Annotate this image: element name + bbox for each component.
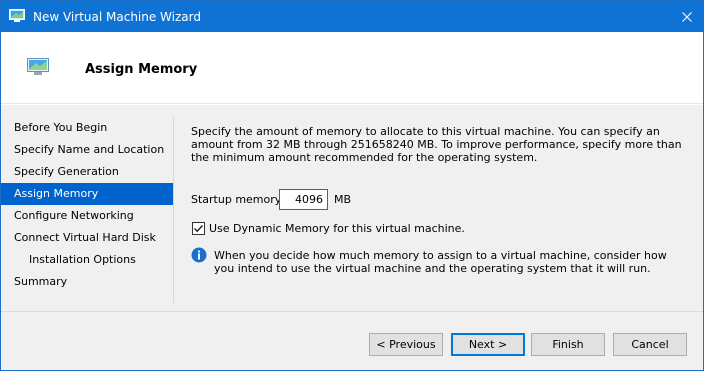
step-description: Specify the amount of memory to allocate… [191,125,682,164]
window-title: New Virtual Machine Wizard [33,10,201,24]
page-title: Assign Memory [85,62,198,77]
virtual-machine-icon [9,9,25,23]
dynamic-memory-label[interactable]: Use Dynamic Memory for this virtual mach… [209,222,465,235]
wizard-footer: < Previous Next > Finish Cancel [1,311,703,370]
finish-button[interactable]: Finish [531,333,605,356]
sidebar-item-assign-memory[interactable]: Assign Memory [1,183,173,205]
startup-memory-label: Startup memory: [191,193,285,206]
sidebar-item-connect-virtual-hard-disk[interactable]: Connect Virtual Hard Disk [1,227,173,249]
sidebar-item-before-you-begin[interactable]: Before You Begin [1,117,173,139]
virtual-machine-icon [27,58,49,76]
dynamic-memory-checkbox[interactable] [192,222,205,235]
info-icon [191,247,207,263]
dynamic-memory-row[interactable]: Use Dynamic Memory for this virtual mach… [191,221,591,237]
nav-divider [173,117,174,303]
checkmark-icon [194,225,204,233]
wizard-header: Assign Memory [1,32,703,104]
startup-memory-input[interactable] [279,189,328,210]
wizard-window: New Virtual Machine Wizard Assign Memory… [0,0,704,371]
sidebar-item-specify-name-and-location[interactable]: Specify Name and Location [1,139,173,161]
wizard-body: Before You Begin Specify Name and Locatio… [1,105,703,311]
title-bar[interactable]: New Virtual Machine Wizard [1,1,703,32]
close-icon [682,11,692,22]
info-text: When you decide how much memory to assig… [214,249,667,275]
startup-memory-unit: MB [334,193,352,206]
previous-button[interactable]: < Previous [369,333,443,356]
sidebar-item-installation-options[interactable]: Installation Options [1,249,173,271]
sidebar-item-specify-generation[interactable]: Specify Generation [1,161,173,183]
close-button[interactable] [671,1,703,32]
startup-memory-row: Startup memory: MB [191,189,491,211]
sidebar-item-summary[interactable]: Summary [1,271,173,293]
next-button[interactable]: Next > [451,333,525,356]
cancel-button[interactable]: Cancel [613,333,687,356]
sidebar-item-configure-networking[interactable]: Configure Networking [1,205,173,227]
